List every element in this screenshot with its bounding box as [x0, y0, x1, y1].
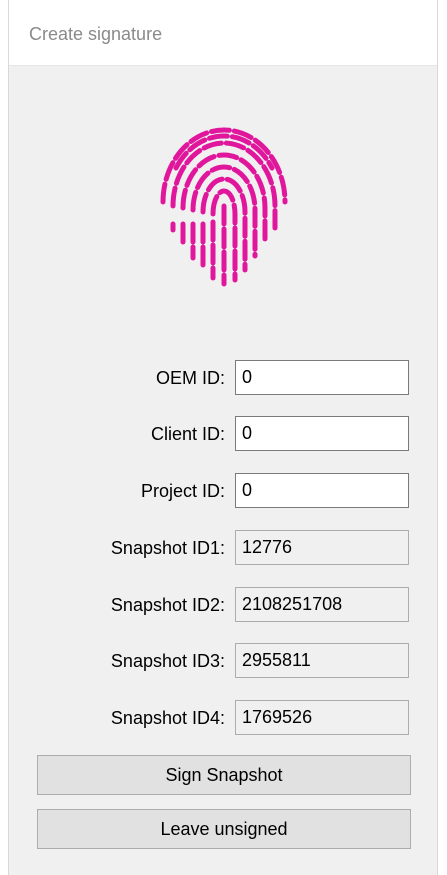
- snapshot-id1-field[interactable]: [235, 530, 409, 565]
- client-id-label: Client ID:: [150, 424, 225, 444]
- snapshot-id2-field[interactable]: [235, 587, 409, 622]
- window-title: Create signature: [29, 24, 163, 44]
- title-bar[interactable]: Create signature: [9, 0, 437, 66]
- snapshot-id1-label: Snapshot ID1:: [110, 538, 225, 558]
- sign-snapshot-button[interactable]: Sign Snapshot: [37, 755, 411, 795]
- oem-id-input[interactable]: [235, 360, 409, 395]
- oem-id-row: OEM ID:: [9, 360, 437, 398]
- snapshot-id2-row: Snapshot ID2:: [9, 587, 437, 625]
- fingerprint-icon: [160, 127, 288, 287]
- leave-unsigned-button[interactable]: Leave unsigned: [37, 809, 411, 849]
- client-id-row: Client ID:: [9, 416, 437, 454]
- snapshot-id4-row: Snapshot ID4:: [9, 700, 437, 738]
- client-id-input[interactable]: [235, 416, 409, 451]
- snapshot-id1-row: Snapshot ID1:: [9, 530, 437, 568]
- project-id-input[interactable]: [235, 473, 409, 508]
- snapshot-id3-row: Snapshot ID3:: [9, 643, 437, 681]
- project-id-label: Project ID:: [140, 481, 225, 501]
- oem-id-label: OEM ID:: [155, 368, 225, 388]
- create-signature-dialog: Create signature OEM ID: Client ID: Proj…: [8, 0, 438, 875]
- snapshot-id4-field[interactable]: [235, 700, 409, 735]
- snapshot-id2-label: Snapshot ID2:: [110, 595, 225, 615]
- snapshot-id3-field[interactable]: [235, 643, 409, 678]
- snapshot-id3-label: Snapshot ID3:: [110, 651, 225, 671]
- snapshot-id4-label: Snapshot ID4:: [110, 708, 225, 728]
- project-id-row: Project ID:: [9, 473, 437, 511]
